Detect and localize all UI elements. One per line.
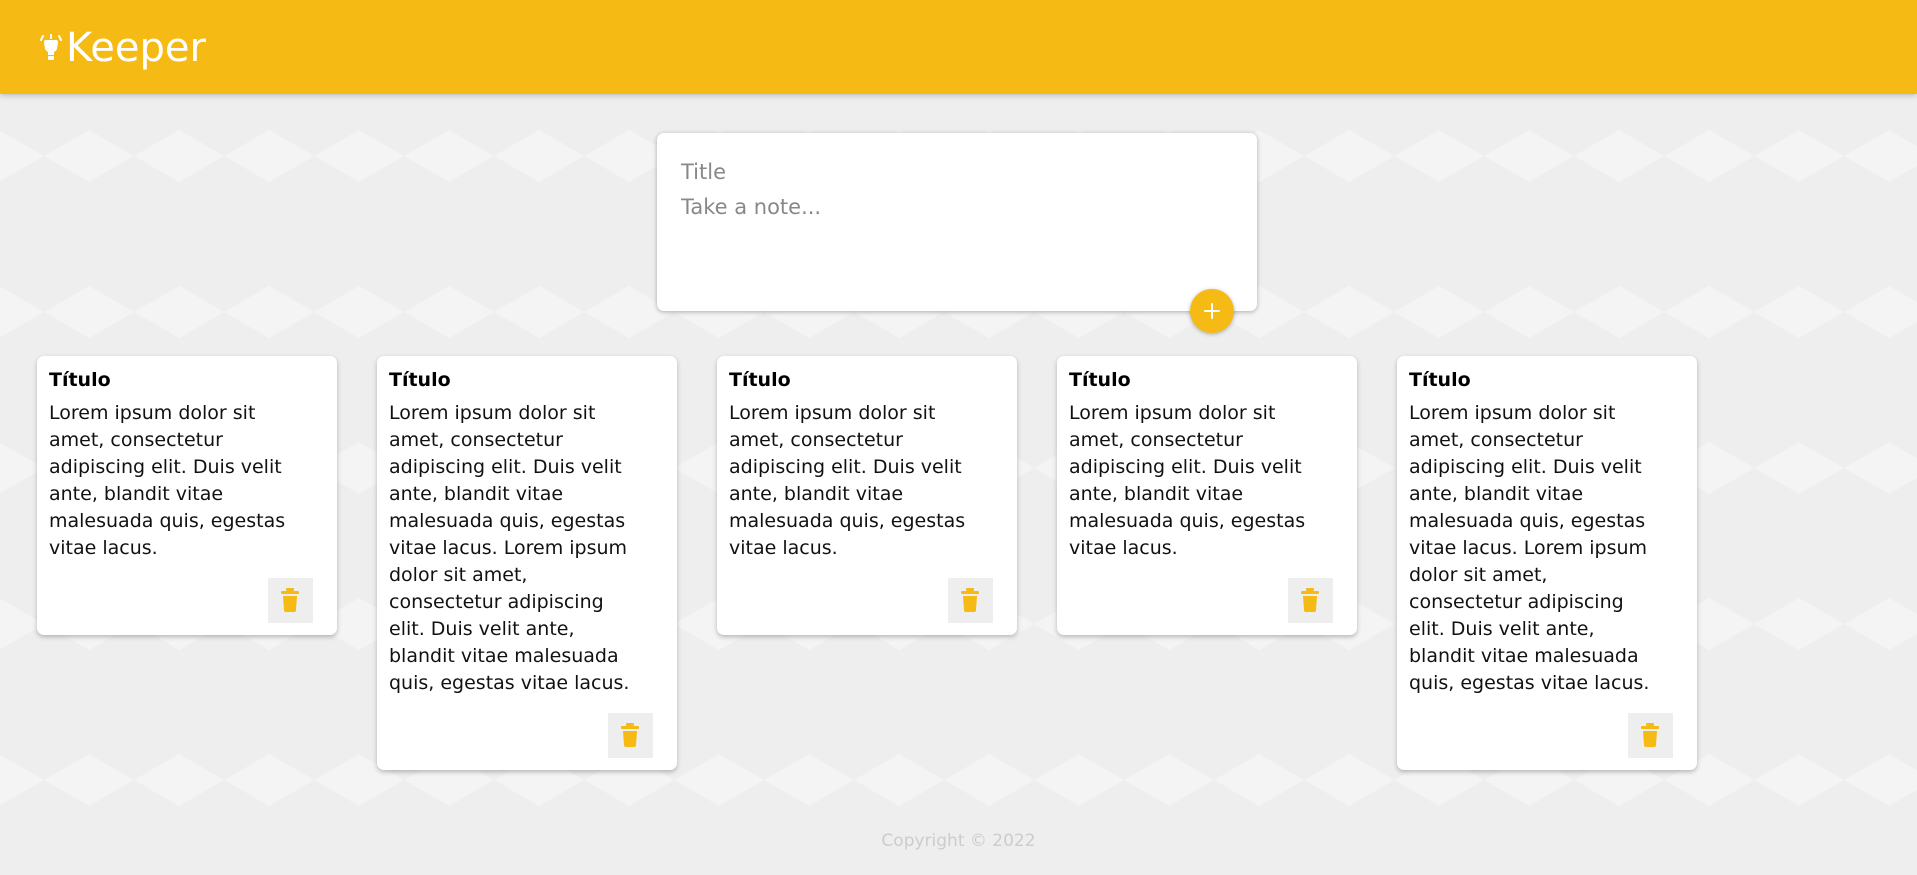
note-card: Título Lorem ipsum dolor sit amet, conse… [717, 356, 1017, 635]
plus-icon [1204, 303, 1220, 319]
note-title: Título [389, 369, 451, 391]
note-card: Título Lorem ipsum dolor sit amet, conse… [377, 356, 677, 770]
note-content: Lorem ipsum dolor sit amet, consectetur … [729, 402, 966, 559]
delete-note-button[interactable] [948, 578, 993, 623]
trash-icon [621, 723, 639, 747]
note-card: Título Lorem ipsum dolor sit amet, conse… [1397, 356, 1697, 770]
note-content: Lorem ipsum dolor sit amet, consectetur … [49, 402, 286, 559]
trash-icon [1301, 588, 1319, 612]
note-card: Título Lorem ipsum dolor sit amet, conse… [1057, 356, 1357, 635]
note-title: Título [729, 369, 791, 391]
create-note-form [657, 133, 1257, 311]
copyright-text: Copyright © 2022 [881, 831, 1036, 851]
trash-icon [281, 588, 299, 612]
delete-note-button[interactable] [1628, 713, 1673, 758]
app-header: Keeper [0, 0, 1917, 94]
brand: Keeper [40, 26, 206, 70]
note-title-input[interactable] [681, 156, 1233, 188]
delete-note-button[interactable] [1288, 578, 1333, 623]
note-title: Título [1069, 369, 1131, 391]
app-title: Keeper [66, 25, 206, 71]
delete-note-button[interactable] [268, 578, 313, 623]
footer: Copyright © 2022 [0, 831, 1917, 851]
note-title: Título [1409, 369, 1471, 391]
add-note-button[interactable] [1190, 289, 1234, 333]
delete-note-button[interactable] [608, 713, 653, 758]
note-content: Lorem ipsum dolor sit amet, consectetur … [1409, 402, 1650, 694]
lightbulb-icon [40, 34, 62, 60]
note-card: Título Lorem ipsum dolor sit amet, conse… [37, 356, 337, 635]
trash-icon [1641, 723, 1659, 747]
note-content: Lorem ipsum dolor sit amet, consectetur … [389, 402, 630, 694]
note-content: Lorem ipsum dolor sit amet, consectetur … [1069, 402, 1306, 559]
note-title: Título [49, 369, 111, 391]
note-content-input[interactable] [681, 195, 1233, 275]
trash-icon [961, 588, 979, 612]
